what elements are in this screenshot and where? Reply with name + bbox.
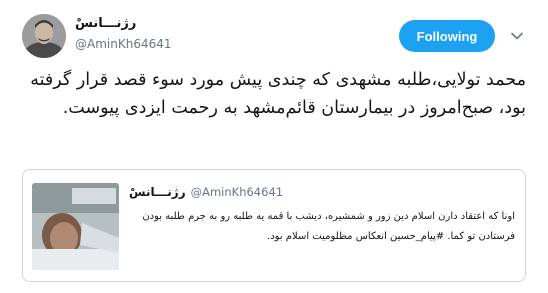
quoted-tweet-header: رژنـــانسْ @AminKh64641 [129, 184, 283, 200]
quoted-tweet-image[interactable] [32, 183, 119, 270]
author-handle[interactable]: @AminKh64641 [75, 35, 205, 53]
author-display-name[interactable]: رژنـــانسْ [75, 15, 205, 33]
following-button[interactable]: Following [399, 20, 495, 52]
patient-photo-icon [32, 183, 119, 270]
chevron-down-icon[interactable] [510, 26, 524, 46]
author-block[interactable]: رژنـــانسْ @AminKh64641 [75, 15, 205, 53]
quoted-author-name: رژنـــانسْ [129, 185, 186, 199]
avatar[interactable] [22, 14, 66, 58]
portrait-avatar-icon [22, 14, 66, 58]
tweet-text: محمد تولایی،طلبه مشهدی که چندی پیش مورد … [30, 70, 526, 118]
quoted-author-handle: @AminKh64641 [190, 185, 284, 199]
quoted-tweet-text: اونا که اعتقاد دارن اسلام دین زور و شمشی… [142, 211, 515, 242]
quoted-tweet-card[interactable]: رژنـــانسْ @AminKh64641 اونا که اعتقاد د… [22, 169, 526, 282]
